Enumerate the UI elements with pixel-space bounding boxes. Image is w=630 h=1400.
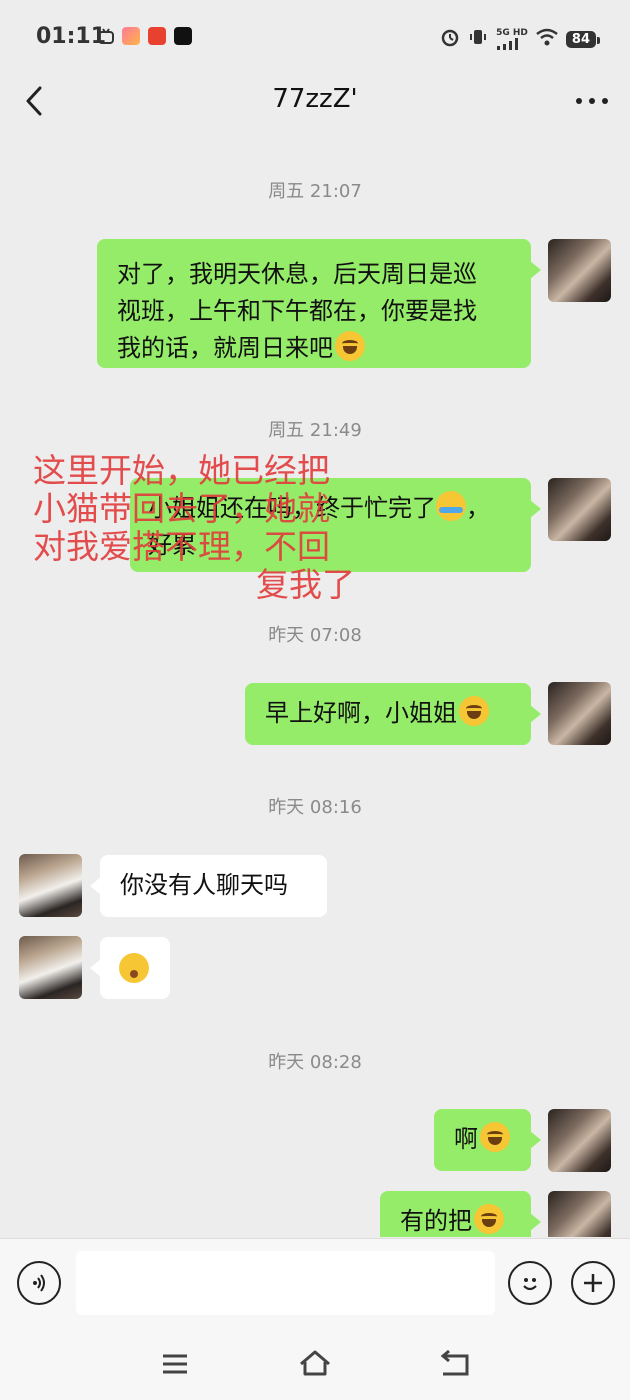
vibrate-icon xyxy=(468,27,488,51)
contact-avatar[interactable] xyxy=(19,936,82,999)
received-message-bubble[interactable] xyxy=(90,937,170,999)
tears-emoji xyxy=(436,491,466,521)
timestamp: 昨天 07:08 xyxy=(268,625,362,646)
status-indicators: 5G HD 84 xyxy=(440,25,601,53)
voice-button[interactable] xyxy=(17,1261,61,1305)
battery-indicator: 84 xyxy=(565,30,601,48)
bilibili-icon xyxy=(97,27,115,45)
input-bar xyxy=(0,1238,630,1329)
network-label: 5G HD xyxy=(496,27,528,38)
message-line: 早上好啊，小姐姐 xyxy=(265,695,511,732)
message-line: 视班，上午和下午都在，你要是找 xyxy=(117,297,477,325)
my-avatar[interactable] xyxy=(548,1191,611,1237)
timestamp: 周五 21:49 xyxy=(268,420,362,441)
voice-icon xyxy=(33,1274,45,1292)
timestamp: 昨天 08:28 xyxy=(268,1052,362,1073)
message-line: 对了，我明天休息，后天周日是巡 xyxy=(117,260,477,288)
menu-icon xyxy=(163,1354,187,1374)
sent-message-bubble[interactable]: 对了，我明天休息，后天周日是巡 视班，上午和下午都在，你要是找 我的话，就周日来… xyxy=(97,239,541,368)
signal-icon: 5G HD xyxy=(496,27,528,50)
clipped-area: 有的把 xyxy=(0,1180,630,1237)
kiss-emoji xyxy=(119,953,149,983)
listen-app-icon xyxy=(148,27,166,45)
sent-message-bubble[interactable]: 早上好啊，小姐姐 xyxy=(245,683,541,745)
message-line: 有的把 xyxy=(400,1203,511,1237)
sent-message-bubble[interactable]: 小姐姐还在吗，终于忙完了， 好累 xyxy=(130,478,541,572)
laughing-tears-emoji xyxy=(459,696,489,726)
more-dots-icon xyxy=(576,98,608,104)
alarm-icon xyxy=(440,27,460,51)
contact-avatar[interactable] xyxy=(19,854,82,917)
my-avatar[interactable] xyxy=(548,682,611,745)
status-bar: 01:11 5G HD 84 xyxy=(0,0,630,78)
plus-icon xyxy=(584,1274,602,1292)
more-options-button[interactable] xyxy=(572,84,612,118)
laughing-tears-emoji xyxy=(335,331,365,361)
smiley-icon xyxy=(523,1278,537,1291)
tiktok-icon xyxy=(174,27,192,45)
chat-header: 77zzZ' xyxy=(0,78,630,128)
home-button[interactable] xyxy=(297,1346,333,1382)
menu-button[interactable] xyxy=(157,1346,193,1382)
my-avatar[interactable] xyxy=(548,1109,611,1172)
laughing-tears-emoji xyxy=(474,1204,504,1234)
message-line: 你没有人聊天吗 xyxy=(120,871,288,899)
system-navigation-bar xyxy=(0,1328,630,1400)
sent-message-bubble[interactable]: 有的把 xyxy=(380,1191,541,1237)
status-time: 01:11 xyxy=(36,24,107,49)
add-button[interactable] xyxy=(571,1261,615,1305)
message-line: 好累 xyxy=(148,531,196,559)
sent-message-bubble[interactable]: 啊 xyxy=(434,1109,541,1171)
message-line: 我的话，就周日来吧 xyxy=(117,330,511,367)
timestamp: 周五 21:07 xyxy=(268,181,362,202)
my-avatar[interactable] xyxy=(548,239,611,302)
message-input[interactable] xyxy=(76,1251,495,1315)
wifi-icon xyxy=(536,28,558,50)
laughing-tears-emoji xyxy=(480,1122,510,1152)
back-system-button[interactable] xyxy=(437,1346,473,1382)
message-line: 小姐姐还在吗，终于忙完了， xyxy=(148,490,513,527)
emoji-button[interactable] xyxy=(508,1261,552,1305)
message-line: 啊 xyxy=(454,1121,511,1158)
received-message-bubble[interactable]: 你没有人聊天吗 xyxy=(90,855,327,917)
video-app-icon xyxy=(122,27,140,45)
home-icon xyxy=(300,1350,330,1376)
back-arrow-icon xyxy=(440,1349,469,1376)
my-avatar[interactable] xyxy=(548,478,611,541)
timestamp: 昨天 08:16 xyxy=(268,797,362,818)
chat-title: 77zzZ' xyxy=(272,84,358,114)
